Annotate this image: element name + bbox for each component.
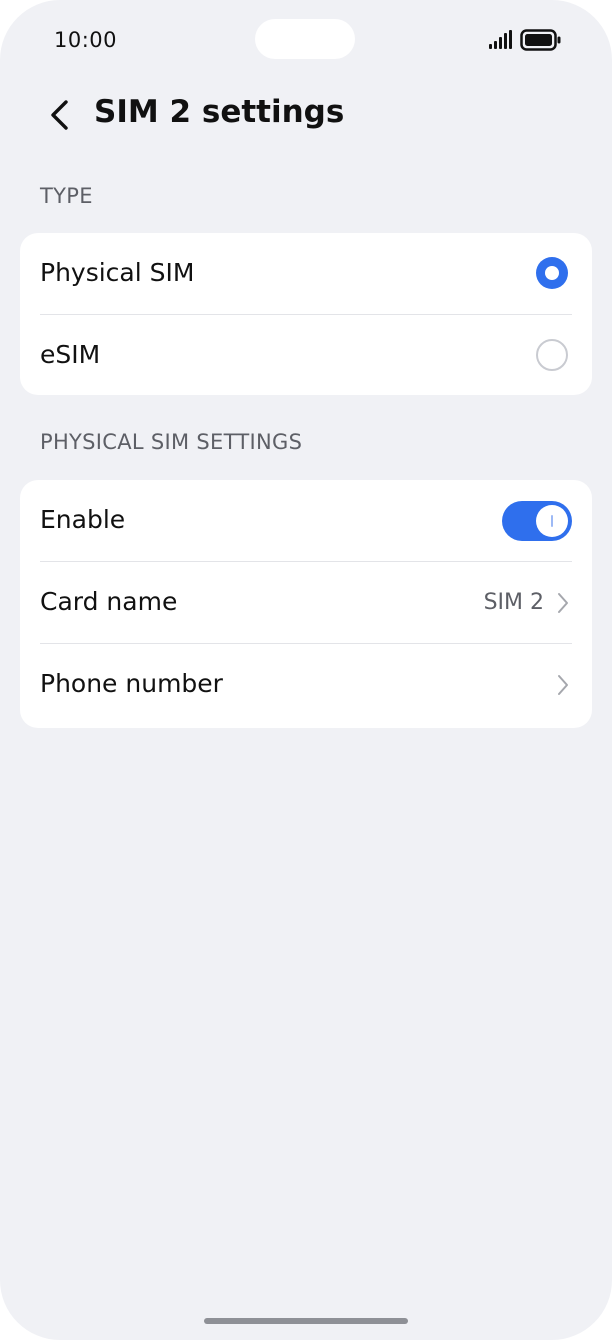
page-title: SIM 2 settings bbox=[94, 94, 345, 130]
phone-number-label: Phone number bbox=[40, 669, 223, 698]
chevron-right-icon bbox=[558, 593, 568, 613]
type-options-card: Physical SIM eSIM bbox=[20, 233, 592, 395]
page-header: SIM 2 settings bbox=[0, 80, 612, 154]
radio-button-selected[interactable] bbox=[536, 257, 568, 289]
option-physical-sim[interactable]: Physical SIM bbox=[20, 233, 592, 315]
phone-screen: 10:00 SIM 2 settings TYPE Physical SIM e… bbox=[0, 0, 612, 1340]
card-name-label: Card name bbox=[40, 587, 178, 616]
battery-full-icon bbox=[520, 29, 561, 51]
cellular-signal-icon bbox=[489, 30, 512, 49]
chevron-left-icon bbox=[51, 100, 68, 130]
section-label-physical-sim-settings: PHYSICAL SIM SETTINGS bbox=[40, 430, 303, 454]
phone-number-row[interactable]: Phone number bbox=[20, 644, 592, 728]
home-indicator[interactable] bbox=[204, 1318, 408, 1324]
back-button[interactable] bbox=[40, 94, 80, 138]
option-esim-label: eSIM bbox=[40, 340, 101, 369]
enable-label: Enable bbox=[40, 505, 126, 534]
option-esim[interactable]: eSIM bbox=[20, 315, 592, 395]
physical-sim-settings-card: Enable Card name SIM 2 Phone number bbox=[20, 480, 592, 728]
option-physical-sim-label: Physical SIM bbox=[40, 258, 195, 287]
camera-island bbox=[255, 19, 355, 59]
card-name-row[interactable]: Card name SIM 2 bbox=[20, 562, 592, 644]
section-label-type: TYPE bbox=[40, 184, 93, 208]
status-time: 10:00 bbox=[54, 28, 118, 52]
chevron-right-icon bbox=[558, 675, 568, 695]
card-name-value: SIM 2 bbox=[483, 590, 544, 615]
radio-button-unselected[interactable] bbox=[536, 339, 568, 371]
toggle-knob bbox=[536, 505, 568, 537]
status-bar: 10:00 bbox=[0, 0, 612, 80]
enable-toggle[interactable] bbox=[502, 501, 572, 541]
enable-row[interactable]: Enable bbox=[20, 480, 592, 562]
